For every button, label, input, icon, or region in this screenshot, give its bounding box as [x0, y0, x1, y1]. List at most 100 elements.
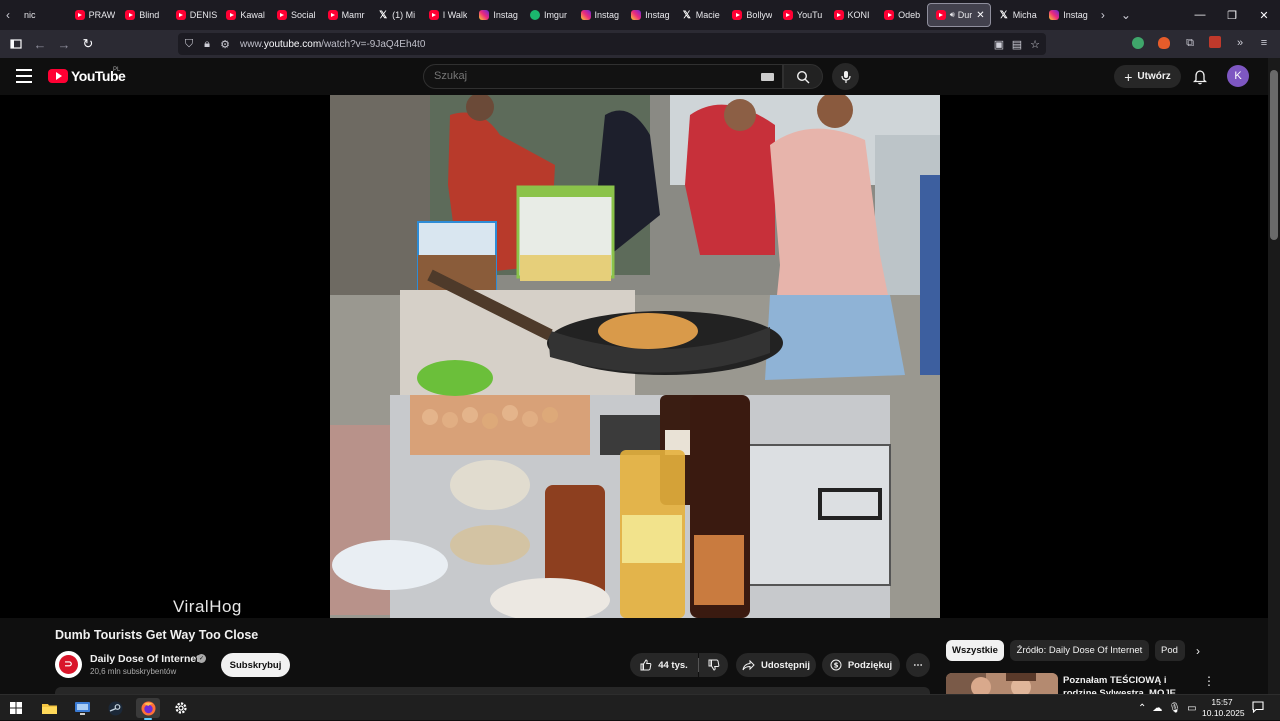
browser-tab[interactable]: Kawal	[218, 0, 269, 30]
browser-tab[interactable]: DENIS	[168, 0, 219, 30]
steam-icon[interactable]	[103, 698, 127, 718]
browser-tab[interactable]: nic	[16, 0, 67, 30]
browser-tab[interactable]: 𝕏 Micha	[991, 0, 1042, 30]
x-icon: 𝕏	[999, 9, 1008, 21]
browser-tab[interactable]: Instag	[471, 0, 522, 30]
firefox-icon[interactable]	[136, 698, 160, 720]
chips-next-chevron-icon[interactable]: ›	[1190, 642, 1206, 660]
thanks-button[interactable]: $ Podziękuj	[822, 653, 900, 677]
browser-tab[interactable]: YouTu	[775, 0, 826, 30]
search-box[interactable]	[423, 64, 783, 89]
back-icon[interactable]: ←	[28, 32, 52, 56]
tray-overflow-chevron-icon[interactable]: ⌃	[1138, 703, 1146, 714]
file-explorer-icon[interactable]	[37, 698, 61, 718]
youtube-play-icon	[48, 69, 68, 83]
channel-avatar[interactable]: ⊃	[55, 651, 82, 678]
subscribe-button[interactable]: Subskrybuj	[221, 653, 290, 677]
browser-tab[interactable]: KONI	[826, 0, 877, 30]
close-window-icon[interactable]: ✕	[1248, 0, 1280, 30]
create-button[interactable]: + Utwórz	[1114, 65, 1181, 88]
browser-tab[interactable]: Social	[269, 0, 320, 30]
video-frame-street-food-wok[interactable]	[330, 95, 940, 618]
extension-shield-icon[interactable]	[1132, 37, 1144, 49]
url-bar[interactable]: ⛉ 🔒︎ ⚙︎ www.youtube.com/watch?v=-9JaQ4Eh…	[178, 33, 1046, 55]
reload-icon[interactable]: ↻	[76, 32, 100, 56]
browser-tab[interactable]: PRAW	[67, 0, 118, 30]
reader-view-icon[interactable]: ▤	[1008, 35, 1026, 53]
tab-label: Instag	[493, 10, 518, 20]
channel-logo-icon: ⊃	[59, 655, 78, 674]
share-button[interactable]: Udostępnij	[736, 653, 816, 677]
tab-label: Instag	[594, 10, 620, 20]
video-title: Dumb Tourists Get Way Too Close	[55, 628, 259, 642]
browser-tab[interactable]: Imgur	[522, 0, 573, 30]
extension-badge-icon[interactable]	[1209, 36, 1221, 48]
browser-tab[interactable]: Instag	[573, 0, 624, 30]
url-text[interactable]: www.youtube.com/watch?v=-9JaQ4Eh4t0	[240, 39, 425, 50]
bookmark-star-icon[interactable]: ☆	[1026, 35, 1044, 53]
restore-icon[interactable]: ❐	[1216, 0, 1248, 30]
lock-icon[interactable]: 🔒︎	[198, 35, 216, 53]
extension-fox-icon[interactable]	[1158, 37, 1170, 49]
recommended-video-thumbnail[interactable]	[946, 673, 1058, 694]
notifications-bell-icon[interactable]	[1190, 67, 1210, 87]
extensions-puzzle-icon[interactable]: ⧉	[1181, 34, 1199, 52]
tab-label: Social	[290, 10, 316, 20]
browser-tab[interactable]: Odeb	[876, 0, 927, 30]
voice-search-button[interactable]	[832, 63, 859, 90]
onedrive-cloud-icon[interactable]: ☁	[1152, 703, 1162, 714]
browser-tab[interactable]: 🔊︎ Dur ✕	[926, 3, 991, 27]
picture-in-picture-icon[interactable]: ▣	[990, 35, 1008, 53]
account-avatar[interactable]: K	[1227, 65, 1249, 87]
minimize-icon[interactable]: —	[1184, 0, 1216, 30]
tab-label: YouTu	[796, 10, 823, 20]
tab-label: Mamr	[341, 10, 365, 20]
microphone-tray-icon[interactable]: 🎙︎	[1168, 703, 1181, 714]
forward-icon[interactable]: →	[52, 32, 76, 56]
create-label: Utwórz	[1137, 71, 1171, 82]
keyboard-icon[interactable]	[761, 73, 774, 81]
notification-center-icon[interactable]	[1250, 699, 1266, 715]
browser-tab[interactable]: Mamr	[320, 0, 371, 30]
search-input[interactable]	[434, 70, 734, 82]
taskbar-clock[interactable]: 15:57 10.10.2025	[1202, 697, 1245, 719]
channel-name[interactable]: Daily Dose Of Internet	[90, 653, 200, 665]
windows-start-icon[interactable]	[4, 698, 28, 718]
scrollbar-thumb[interactable]	[1270, 70, 1278, 240]
recommended-video-menu-icon[interactable]: ⋮	[1203, 674, 1215, 688]
chip-source-channel[interactable]: Źródło: Daily Dose Of Internet	[1010, 640, 1149, 661]
browser-tab[interactable]: 𝕏 Macie	[674, 0, 725, 30]
sidebar-toggle-icon[interactable]	[4, 32, 28, 56]
tabs-scroll-left-icon[interactable]: ‹	[0, 0, 16, 30]
hamburger-menu-icon[interactable]: ≡	[1255, 34, 1273, 52]
tab-list-chevron-icon[interactable]: ⌄	[1114, 0, 1138, 30]
browser-tab[interactable]: Instag	[623, 0, 674, 30]
chip-all[interactable]: Wszystkie	[946, 640, 1004, 661]
recommended-video-title[interactable]: Poznałam TEŚCIOWĄ i rodzinę Sylwestra. M…	[1063, 674, 1201, 694]
page-scrollbar[interactable]	[1268, 58, 1280, 694]
thumbs-down-icon	[708, 659, 719, 671]
network-icon[interactable]: ▭	[1187, 703, 1196, 714]
tracking-protection-icon[interactable]: ⛉	[180, 35, 198, 53]
video-player[interactable]: ViralHog	[0, 95, 1268, 618]
overflow-menu-chevrons-icon[interactable]: »	[1231, 34, 1249, 52]
dislike-button[interactable]	[699, 653, 728, 677]
description-box[interactable]	[55, 687, 930, 694]
remote-desktop-icon[interactable]	[70, 698, 94, 718]
tab-audio-speaker-icon[interactable]: 🔊︎	[950, 10, 955, 20]
tab-close-icon[interactable]: ✕	[976, 10, 984, 21]
like-button[interactable]: 44 tys.	[630, 653, 698, 677]
permissions-icon[interactable]: ⚙︎	[216, 35, 234, 53]
guide-menu-icon[interactable]	[12, 64, 36, 88]
tabs-scroll-right-icon[interactable]: ›	[1092, 0, 1114, 30]
browser-tab[interactable]: Blind	[117, 0, 168, 30]
browser-tab[interactable]: I Walk	[421, 0, 472, 30]
browser-tab[interactable]: Instag	[1041, 0, 1092, 30]
search-button[interactable]	[783, 64, 823, 89]
youtube-icon	[327, 10, 338, 20]
more-actions-icon[interactable]: ⋯	[906, 653, 930, 677]
browser-tab[interactable]: Bollyw	[724, 0, 775, 30]
browser-tab[interactable]: 𝕏 (1) Mi	[370, 0, 421, 30]
settings-gear-icon[interactable]	[169, 698, 193, 718]
chip-related[interactable]: Pod	[1155, 640, 1185, 661]
